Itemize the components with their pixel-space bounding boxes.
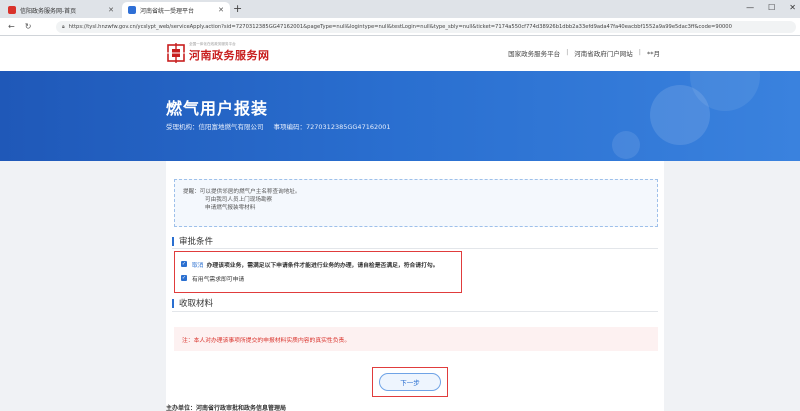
link-henan-portal[interactable]: 河南省政府门户网站 [574,48,633,58]
lock-icon: 🔒︎ [62,24,65,30]
link-national-platform[interactable]: 国家政务服务平台 [508,48,560,58]
url-text: https://tysl.hnzwfw.gov.cn/ycslypt_web/s… [68,24,732,30]
nav-buttons: ← ↻ [0,22,31,31]
cancel-link[interactable]: 取消 [192,260,204,269]
reminder-box: 提醒：可以提供邻居的燃气户主名称查询地址。 可由我司人员上门现场勘察 申请燃气报… [174,179,658,227]
section-marker [172,298,174,308]
section-heading-conditions: 审批条件 [172,235,213,247]
declaration-notice: 注：本人对办理该事项所提交的申报材料实质内容的真实性负责。 [174,327,658,351]
banner-decoration [612,131,640,159]
henan-emblem-icon [166,42,186,63]
reminder-line: 可由我司人员上门现场勘察 [205,197,273,203]
user-name-link[interactable]: **月 [647,48,660,58]
reminder-line: 申请燃气报装零材料 [205,205,256,211]
url-field[interactable]: 🔒︎ https://tysl.hnzwfw.gov.cn/ycslypt_we… [56,21,796,33]
section-marker [172,236,174,246]
item-code-label: 事项编码：7270312385GG47162001 [273,123,391,131]
close-window-icon[interactable]: ✕ [789,0,796,16]
back-arrow-icon[interactable]: ← [8,22,15,31]
minimize-icon[interactable]: — [746,0,754,16]
tab-title: 河南省统一受理平台 [140,7,195,15]
notice-text: 注：本人对办理该事项所提交的申报材料实质内容的真实性负责。 [182,337,351,344]
condition-row: ✓ 取消 办理该项业务，需满足以下申请条件才能进行业务的办理，请自检是否满足，符… [181,257,455,271]
section-title: 收取材料 [179,299,214,309]
section-divider [172,248,658,249]
browser-tab-henan[interactable]: 河南省统一受理平台 ✕ [122,2,230,18]
tab-title: 信阳政务服务网-首页 [20,7,77,15]
condition-text: 有用气需求即可申请 [192,276,245,283]
section-title: 审批条件 [179,237,214,247]
site-favicon-icon [128,6,136,14]
header-links: 国家政务服务平台 | 河南省政府门户网站 | **月 [508,48,660,58]
site-logo[interactable]: 全国一体化在线政务服务平台 河南政务服务网 [166,42,270,63]
select-all-checkbox[interactable]: ✓ [181,261,187,267]
site-header: 全国一体化在线政务服务平台 河南政务服务网 国家政务服务平台 | 河南省政府门户… [0,36,800,71]
address-bar: ← ↻ 🔒︎ https://tysl.hnzwfw.gov.cn/ycslyp… [0,18,800,36]
logo-title: 河南政务服务网 [189,49,270,62]
browser-tab-bar: 信阳政务服务网-首页 ✕ 河南省统一受理平台 ✕ + — ☐ ✕ [0,0,800,18]
window-controls: — ☐ ✕ [746,0,796,16]
next-step-button[interactable]: 下一步 [379,373,441,391]
agency-label: 受理机构：信阳富地燃气有限公司 [166,123,264,131]
condition-instruction: 办理该项业务，需满足以下申请条件才能进行业务的办理，请自检是否满足，符合请打勾。 [206,262,439,269]
site-favicon-icon [8,6,16,14]
conditions-checklist: ✓ 取消 办理该项业务，需满足以下申请条件才能进行业务的办理，请自检是否满足，符… [174,251,462,293]
section-heading-materials: 收取材料 [172,297,213,309]
section-divider [172,311,658,312]
close-tab-icon[interactable]: ✕ [108,6,114,14]
service-banner: 燃气用户报装 受理机构：信阳富地燃气有限公司 事项编码：7270312385GG… [0,71,800,161]
next-step-highlight: 下一步 [372,367,448,397]
link-divider: | [638,48,641,56]
new-tab-button[interactable]: + [233,2,242,16]
refresh-icon[interactable]: ↻ [25,22,32,31]
reminder-line: 提醒：可以提供邻居的燃气户主名称查询地址。 [183,189,301,195]
maximize-icon[interactable]: ☐ [768,0,775,16]
page-title: 燃气用户报装 [166,99,269,118]
footer-sponsor: 主办单位：河南省行政审批和政务信息管理局 [166,405,287,411]
application-card: 提醒：可以提供邻居的燃气户主名称查询地址。 可由我司人员上门现场勘察 申请燃气报… [166,161,664,411]
close-tab-icon[interactable]: ✕ [218,6,224,14]
condition-checkbox[interactable]: ✓ [181,275,187,281]
service-meta: 受理机构：信阳富地燃气有限公司 事项编码：7270312385GG4716200… [166,121,391,131]
condition-row: ✓ 有用气需求即可申请 [181,271,455,285]
link-divider: | [566,48,569,56]
browser-tab-xinyang[interactable]: 信阳政务服务网-首页 ✕ [2,2,120,18]
